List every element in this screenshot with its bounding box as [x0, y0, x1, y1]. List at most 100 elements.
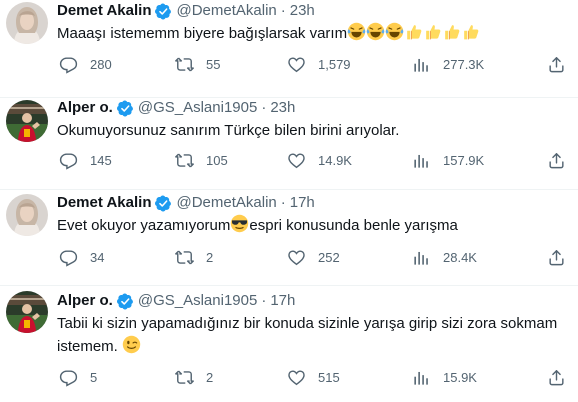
tweet-text-content: Maaaşı istememm biyere bağışlarsak varım [57, 25, 348, 42]
like-icon [287, 151, 306, 170]
reply-button[interactable]: 280 [59, 55, 112, 74]
tweet-text-line-2: istemem. [57, 335, 557, 358]
share-icon [547, 248, 566, 267]
retweet-icon [175, 368, 194, 387]
tweet-actions: 145 105 14.9K 157.9K [57, 151, 569, 171]
reply-icon [59, 248, 78, 267]
like-icon [287, 368, 306, 387]
separator-dot: · [261, 99, 267, 116]
reply-count: 280 [90, 57, 112, 72]
tweet-text: Tabii ki sizin yapamadığınız bir konuda … [57, 312, 557, 358]
avatar-demet-akalin[interactable] [6, 2, 48, 44]
share-button[interactable] [547, 55, 566, 74]
share-button[interactable] [547, 368, 566, 387]
author-handle[interactable]: @DemetAkalin [176, 2, 276, 20]
retweet-count: 105 [206, 153, 228, 168]
separator-dot: · [280, 2, 286, 19]
author-name[interactable]: Demet Akalin [57, 194, 151, 212]
retweet-icon [175, 248, 194, 267]
tweet-timestamp[interactable]: 23h [290, 2, 315, 20]
reply-button[interactable]: 5 [59, 368, 97, 387]
tweet-1[interactable]: Demet Akalin @DemetAkalin · 23h Maaaşı i… [0, 0, 578, 98]
views-icon [412, 368, 431, 387]
share-icon [547, 151, 566, 170]
reply-icon [59, 368, 78, 387]
reply-count: 145 [90, 153, 112, 168]
like-icon [287, 248, 306, 267]
avatar-demet-akalin[interactable] [6, 194, 48, 236]
tweet-text-line-1: Tabii ki sizin yapamadığınız bir konuda … [57, 315, 558, 332]
reply-icon [59, 55, 78, 74]
share-button[interactable] [547, 151, 566, 170]
tweet-2[interactable]: Alper o. @GS_Aslani1905 · 23h Okumuyorsu… [0, 98, 578, 190]
tweet-4[interactable]: Alper o. @GS_Aslani1905 · 17h Tabii ki s… [0, 286, 578, 402]
views-icon [412, 55, 431, 74]
author-handle[interactable]: @DemetAkalin [176, 194, 276, 212]
share-icon [547, 55, 566, 74]
views-button[interactable]: 15.9K [412, 368, 477, 387]
thumbs-up-icon [404, 22, 423, 41]
thumbs-up-icon [461, 22, 480, 41]
like-button[interactable]: 252 [287, 248, 340, 267]
tweet-header: Alper o. @GS_Aslani1905 · 17h [57, 292, 295, 310]
views-button[interactable]: 157.9K [412, 151, 484, 170]
reply-button[interactable]: 145 [59, 151, 112, 170]
retweet-button[interactable]: 55 [175, 55, 220, 74]
author-handle[interactable]: @GS_Aslani1905 [138, 292, 257, 310]
reply-count: 5 [90, 370, 98, 385]
tweet-header: Alper o. @GS_Aslani1905 · 23h [57, 99, 295, 117]
tweet-3[interactable]: Demet Akalin @DemetAkalin · 17h Evet oku… [0, 190, 578, 286]
tweet-timestamp[interactable]: 17h [290, 194, 315, 212]
like-count: 14.9K [318, 153, 352, 168]
tweet-text-after-emoji: espri konusunda benle yarışma [249, 217, 458, 234]
retweet-icon [175, 55, 194, 74]
author-name[interactable]: Demet Akalin [57, 2, 151, 20]
views-button[interactable]: 28.4K [412, 248, 477, 267]
emoji-sequence [347, 25, 480, 42]
tweet-divider [0, 97, 578, 98]
author-name[interactable]: Alper o. [57, 292, 113, 310]
like-button[interactable]: 515 [287, 368, 340, 387]
tweet-header: Demet Akalin @DemetAkalin · 23h [57, 2, 315, 20]
view-count: 157.9K [443, 153, 485, 168]
retweet-count: 55 [206, 57, 221, 72]
retweet-button[interactable]: 2 [175, 248, 213, 267]
reply-icon [59, 151, 78, 170]
thumbs-up-icon [423, 22, 442, 41]
tweet-text-content: Okumuyorsunuz sanırım Türkçe bilen birin… [57, 122, 400, 139]
separator-dot: · [280, 194, 286, 211]
retweet-button[interactable]: 105 [175, 151, 228, 170]
views-button[interactable]: 277.3K [412, 55, 484, 74]
like-button[interactable]: 14.9K [287, 151, 352, 170]
tweet-actions: 34 2 252 28.4K [57, 248, 569, 268]
views-icon [412, 248, 431, 267]
reply-count: 34 [90, 250, 105, 265]
tweet-timestamp[interactable]: 23h [270, 99, 295, 117]
verified-badge-icon [117, 293, 134, 310]
tweet-timestamp[interactable]: 17h [270, 292, 295, 310]
tweet-text-before-emoji: Evet okuyor yazamıyorum [57, 217, 231, 234]
tweet-text-line-2-content: istemem. [57, 338, 118, 355]
smiling-face-with-sunglasses-icon [230, 214, 249, 233]
tweet-actions: 5 2 515 15.9K [57, 368, 569, 388]
reply-button[interactable]: 34 [59, 248, 104, 267]
retweet-icon [175, 151, 194, 170]
separator-dot: · [261, 292, 267, 309]
like-count: 1,579 [318, 57, 351, 72]
winking-face-icon [122, 335, 141, 354]
retweet-button[interactable]: 2 [175, 368, 213, 387]
share-button[interactable] [547, 248, 566, 267]
retweet-count: 2 [206, 250, 214, 265]
tweet-divider [0, 285, 578, 286]
retweet-count: 2 [206, 370, 214, 385]
author-handle[interactable]: @GS_Aslani1905 [138, 99, 257, 117]
like-button[interactable]: 1,579 [287, 55, 351, 74]
avatar-alper-o[interactable] [6, 291, 48, 333]
verified-badge-icon [117, 100, 134, 117]
face-with-tears-of-joy-icon [366, 22, 385, 41]
avatar-alper-o[interactable] [6, 100, 48, 142]
author-name[interactable]: Alper o. [57, 99, 113, 117]
like-icon [287, 55, 306, 74]
verified-badge-icon [155, 3, 172, 20]
thumbs-up-icon [442, 22, 461, 41]
